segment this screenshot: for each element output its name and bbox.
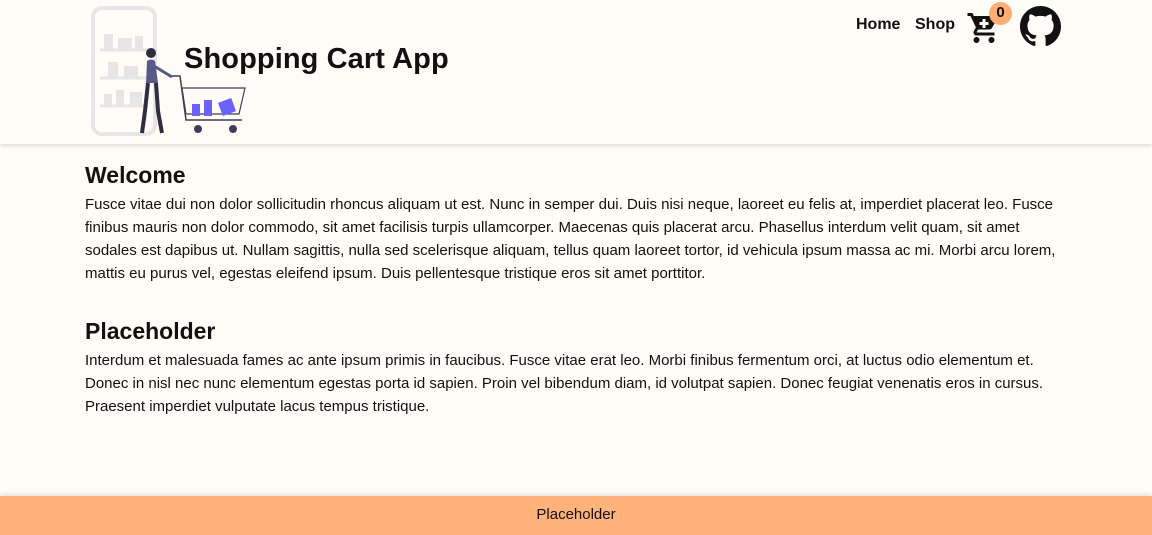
app-title: Shopping Cart App [184,43,449,75]
cart-button[interactable]: 0 [966,2,1014,48]
site-footer: Placeholder [0,496,1152,535]
main-content: Welcome Fusce vitae dui non dolor sollic… [85,162,1075,451]
footer-text: Placeholder [536,506,616,523]
section-title: Placeholder [85,318,216,344]
placeholder-section: Placeholder Interdum et malesuada fames … [85,318,1075,418]
github-link[interactable] [1020,6,1061,47]
section-title: Welcome [85,162,186,188]
github-icon [1020,6,1061,46]
section-body: Fusce vitae dui non dolor sollicitudin r… [85,196,1056,282]
cart-count-badge: 0 [989,2,1012,25]
nav-home-link[interactable]: Home [856,16,900,34]
welcome-section: Welcome Fusce vitae dui non dolor sollic… [85,162,1075,285]
nav-shop-link[interactable]: Shop [915,16,955,34]
site-header: Shopping Cart App Home Shop 0 [0,0,1152,144]
section-body: Interdum et malesuada fames ac ante ipsu… [85,352,1044,415]
